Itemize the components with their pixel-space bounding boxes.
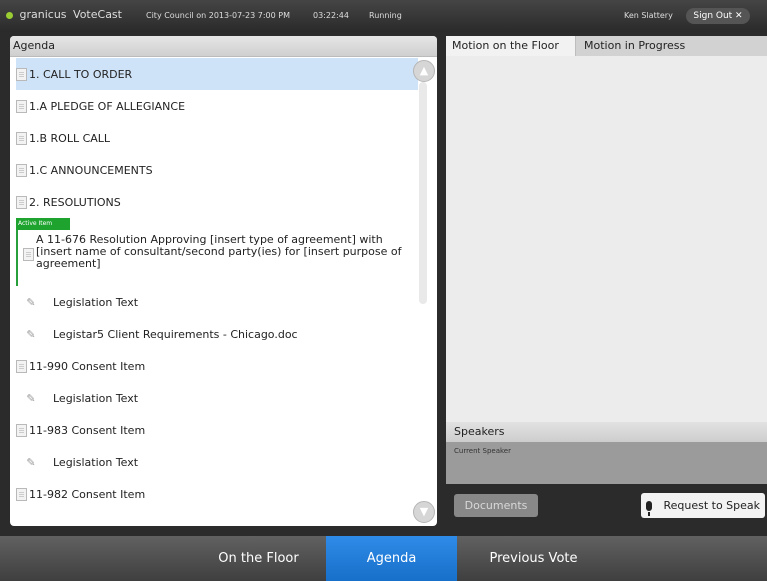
bottom-nav: On the Floor Agenda Previous Vote — [0, 536, 767, 581]
active-item-text: A 11-676 Resolution Approving [insert ty… — [36, 233, 402, 270]
sign-out-button[interactable]: Sign Out ✕ — [686, 8, 750, 24]
nav-agenda[interactable]: Agenda — [326, 536, 457, 581]
brand-name: granicus — [19, 8, 67, 21]
document-icon — [16, 487, 27, 501]
agenda-item-label: 1.C ANNOUNCEMENTS — [29, 163, 153, 177]
attachment-item[interactable]: ✎ Legislation Text — [16, 382, 418, 414]
agenda-panel: Agenda 1. CALL TO ORDER 1.A PLEDGE OF AL… — [10, 36, 437, 526]
attachment-item[interactable]: ✎ Legislation Text — [16, 286, 418, 318]
tab-motion-on-floor[interactable]: Motion on the Floor — [446, 36, 576, 56]
product-name: VoteCast — [73, 8, 122, 21]
meeting-title: City Council on 2013-07-23 7:00 PM — [146, 11, 291, 20]
user-name: Ken Slattery — [624, 11, 673, 20]
document-icon — [16, 195, 27, 209]
active-agenda-item[interactable]: Active Item A 11-676 Resolution Approvin… — [16, 218, 418, 286]
agenda-item-label: 11-983 Consent Item — [29, 423, 146, 437]
tab-motion-in-progress[interactable]: Motion in Progress — [578, 36, 708, 56]
scroll-track[interactable] — [419, 82, 427, 304]
attachment-label: Legislation Text — [53, 391, 139, 405]
scroll-down-icon[interactable]: ▼ — [413, 501, 435, 523]
paperclip-icon: ✎ — [26, 327, 36, 341]
current-speaker-label: Current Speaker — [454, 447, 511, 455]
meeting-clock: 03:22:44 — [313, 11, 349, 20]
document-icon — [23, 248, 34, 261]
agenda-item-label: 2. RESOLUTIONS — [29, 195, 121, 209]
meeting-status: Running — [369, 11, 402, 20]
right-panel: Motion on the Floor Motion in Progress S… — [446, 36, 767, 526]
document-icon — [16, 423, 27, 437]
motion-area — [446, 56, 767, 438]
attachment-label: Legislation Text — [53, 455, 139, 469]
agenda-item-label: 11-990 Consent Item — [29, 359, 146, 373]
attachment-item[interactable]: ✎ Legislation Text — [16, 446, 418, 478]
microphone-icon — [645, 501, 652, 516]
nav-on-the-floor[interactable]: On the Floor — [183, 536, 334, 581]
paperclip-icon: ✎ — [26, 455, 36, 469]
document-icon — [16, 99, 27, 113]
attachment-label: Legislation Text — [53, 295, 139, 309]
paperclip-icon: ✎ — [26, 295, 36, 309]
agenda-item-label: 11-982 Consent Item — [29, 487, 146, 501]
active-item-badge: Active Item — [16, 218, 70, 230]
granicus-logo: granicus VoteCast — [6, 8, 122, 21]
scroll-up-icon[interactable]: ▲ — [413, 60, 435, 82]
agenda-item[interactable]: 11-983 Consent Item — [16, 414, 418, 446]
attachment-label: Legistar5 Client Requirements - Chicago.… — [53, 327, 298, 341]
agenda-item[interactable]: 1.A PLEDGE OF ALLEGIANCE — [16, 90, 418, 122]
document-icon — [16, 359, 27, 373]
agenda-item[interactable]: 1.C ANNOUNCEMENTS — [16, 154, 418, 186]
document-icon — [16, 163, 27, 177]
paperclip-icon: ✎ — [26, 391, 36, 405]
agenda-list: 1. CALL TO ORDER 1.A PLEDGE OF ALLEGIANC… — [16, 58, 418, 510]
attachment-item[interactable]: ✎ Legistar5 Client Requirements - Chicag… — [16, 318, 418, 350]
agenda-item[interactable]: 11-990 Consent Item — [16, 350, 418, 382]
current-speaker: Current Speaker — [446, 442, 767, 484]
documents-button[interactable]: Documents — [454, 494, 538, 517]
request-label: Request to Speak — [663, 499, 761, 512]
agenda-item[interactable]: 1. CALL TO ORDER — [16, 58, 418, 90]
document-icon — [16, 131, 27, 145]
agenda-item[interactable]: 1.B ROLL CALL — [16, 122, 418, 154]
agenda-item-label: 1. CALL TO ORDER — [29, 67, 133, 81]
logo-dot-icon — [6, 11, 13, 19]
agenda-item[interactable]: 2. RESOLUTIONS — [16, 186, 418, 218]
top-bar: granicus VoteCast City Council on 2013-0… — [0, 0, 767, 32]
agenda-item[interactable]: 11-982 Consent Item — [16, 478, 418, 510]
request-to-speak-button[interactable]: Request to Speak — [641, 493, 765, 518]
agenda-item-label: 1.B ROLL CALL — [29, 131, 111, 145]
agenda-item-label: 1.A PLEDGE OF ALLEGIANCE — [29, 99, 186, 113]
document-icon — [16, 67, 27, 81]
nav-previous-vote[interactable]: Previous Vote — [458, 536, 609, 581]
agenda-header: Agenda — [10, 36, 437, 57]
speakers-header: Speakers — [446, 422, 767, 442]
motion-tabs: Motion on the Floor Motion in Progress — [446, 36, 767, 56]
